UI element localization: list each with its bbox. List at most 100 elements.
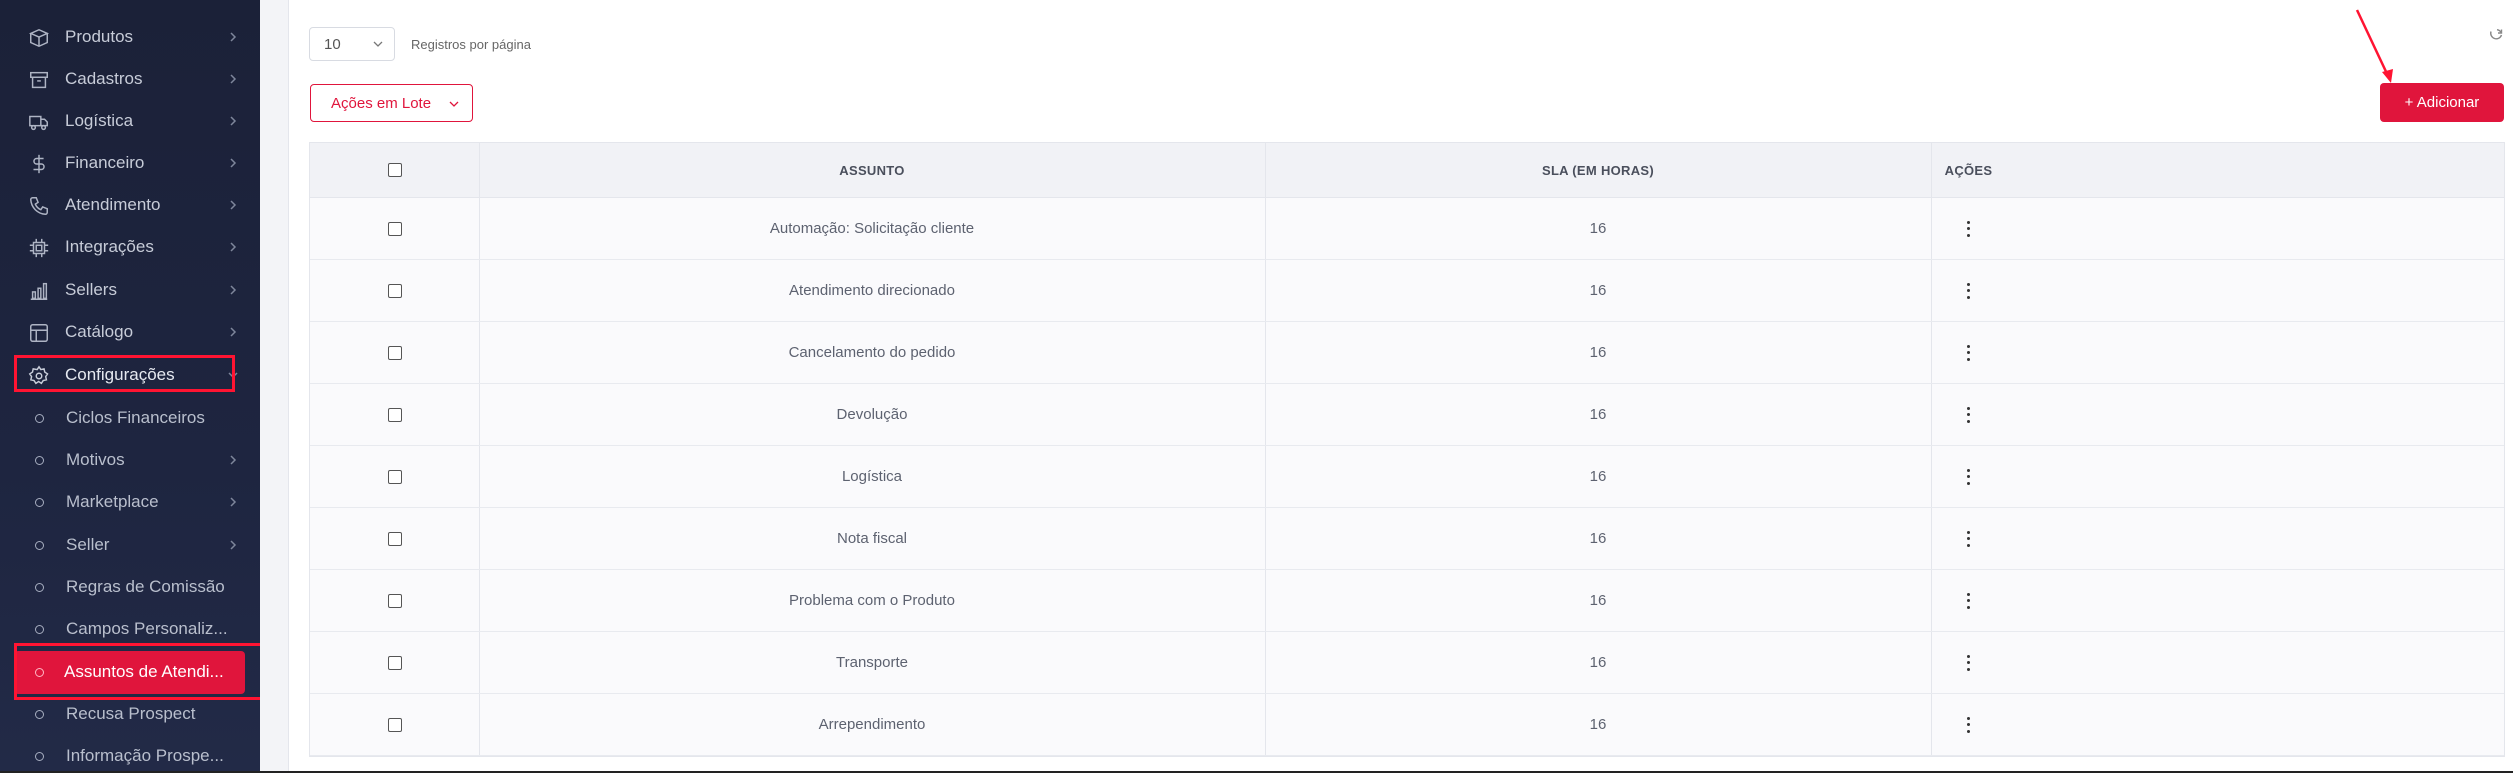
layout-icon bbox=[28, 322, 50, 344]
row-checkbox[interactable] bbox=[387, 283, 402, 298]
row-subject: Arrependimento bbox=[479, 694, 1266, 755]
per-page-label: Registros por página bbox=[411, 37, 531, 52]
dollar-icon bbox=[28, 153, 50, 175]
row-sla: 16 bbox=[1265, 198, 1932, 259]
sidebar-item-label: Produtos bbox=[65, 27, 134, 46]
kebab-menu-icon[interactable] bbox=[1966, 530, 1971, 547]
table-row: Problema com o Produto 16 bbox=[310, 570, 2504, 632]
sidebar-subitem-motivos[interactable]: Motivos bbox=[0, 439, 260, 481]
header-actions: AÇÕES bbox=[1944, 162, 1993, 178]
row-checkbox[interactable] bbox=[387, 655, 402, 670]
sidebar-item-label: Logística bbox=[65, 111, 134, 130]
bulk-actions-dropdown[interactable]: Ações em Lote bbox=[310, 84, 473, 122]
highlight-box bbox=[14, 355, 235, 392]
row-subject: Logística bbox=[479, 446, 1266, 507]
kebab-menu-icon[interactable] bbox=[1966, 406, 1971, 423]
sidebar-item-atendimento[interactable]: Atendimento bbox=[0, 184, 260, 226]
table-row: Automação: Solicitação cliente 16 bbox=[310, 198, 2504, 260]
row-subject: Transporte bbox=[479, 632, 1266, 693]
row-actions-cell bbox=[1931, 260, 2006, 321]
header-sla[interactable]: SLA (EM HORAS) bbox=[1265, 143, 1932, 197]
bullet-icon bbox=[35, 583, 44, 592]
row-actions-cell bbox=[1931, 322, 2006, 383]
row-checkbox[interactable] bbox=[387, 469, 402, 484]
row-checkbox[interactable] bbox=[387, 345, 402, 360]
row-checkbox-cell bbox=[310, 570, 480, 631]
row-checkbox-cell bbox=[310, 260, 480, 321]
bullet-icon bbox=[35, 498, 44, 507]
kebab-menu-icon[interactable] bbox=[1966, 716, 1971, 733]
per-page-value: 10 bbox=[324, 36, 341, 53]
row-actions-cell bbox=[1931, 198, 2006, 259]
sidebar-subitem-ciclos-financeiros[interactable]: Ciclos Financeiros bbox=[0, 397, 260, 439]
refresh-icon[interactable] bbox=[2487, 26, 2505, 44]
subjects-table: ASSUNTO SLA (EM HORAS) AÇÕES Automação: … bbox=[309, 142, 2505, 757]
row-checkbox-cell bbox=[310, 384, 480, 445]
row-subject: Automação: Solicitação cliente bbox=[479, 198, 1266, 259]
chevron-right-icon bbox=[227, 239, 239, 255]
row-sla: 16 bbox=[1265, 260, 1932, 321]
sidebar-subitem-label: Seller bbox=[66, 535, 110, 554]
sidebar-subitem-informacao-prospect[interactable]: Informação Prospe... bbox=[0, 735, 260, 773]
sidebar-item-financeiro[interactable]: Financeiro bbox=[0, 142, 260, 184]
bar-chart-icon bbox=[28, 280, 50, 302]
row-checkbox[interactable] bbox=[387, 221, 402, 236]
sidebar-subitem-label: Marketplace bbox=[66, 492, 159, 511]
row-actions-cell bbox=[1931, 694, 2006, 755]
row-actions-cell bbox=[1931, 570, 2006, 631]
sidebar-subitem-recusa-prospect[interactable]: Recusa Prospect bbox=[0, 693, 260, 735]
table-row: Atendimento direcionado 16 bbox=[310, 260, 2504, 322]
kebab-menu-icon[interactable] bbox=[1966, 592, 1971, 609]
bullet-icon bbox=[35, 710, 44, 719]
row-checkbox[interactable] bbox=[387, 717, 402, 732]
bullet-icon bbox=[35, 456, 44, 465]
sidebar-item-sellers[interactable]: Sellers bbox=[0, 269, 260, 311]
sidebar-item-produtos[interactable]: Produtos bbox=[0, 16, 260, 58]
row-subject: Atendimento direcionado bbox=[479, 260, 1266, 321]
chevron-down-icon bbox=[372, 37, 384, 49]
chip-icon bbox=[28, 237, 50, 259]
row-checkbox-cell bbox=[310, 694, 480, 755]
red-arrow-annotation bbox=[2355, 9, 2393, 83]
per-page-select[interactable]: 10 bbox=[309, 27, 395, 61]
chevron-right-icon bbox=[227, 494, 239, 510]
row-checkbox-cell bbox=[310, 508, 480, 569]
row-sla: 16 bbox=[1265, 694, 1932, 755]
header-subject[interactable]: ASSUNTO bbox=[479, 143, 1266, 197]
bullet-icon bbox=[35, 752, 44, 761]
sidebar-subitem-regras-comissao[interactable]: Regras de Comissão bbox=[0, 566, 260, 608]
row-sla: 16 bbox=[1265, 446, 1932, 507]
sidebar-subitem-marketplace[interactable]: Marketplace bbox=[0, 481, 260, 523]
row-checkbox-cell bbox=[310, 198, 480, 259]
add-button[interactable]: + Adicionar bbox=[2380, 83, 2504, 122]
sidebar-subitem-label: Motivos bbox=[66, 450, 125, 469]
row-subject: Devolução bbox=[479, 384, 1266, 445]
chevron-right-icon bbox=[227, 537, 239, 553]
sidebar-item-integracoes[interactable]: Integrações bbox=[0, 226, 260, 268]
phone-icon bbox=[28, 195, 50, 217]
sidebar-subitem-label: Campos Personaliz... bbox=[66, 619, 228, 638]
sidebar-subitem-seller[interactable]: Seller bbox=[0, 524, 260, 566]
kebab-menu-icon[interactable] bbox=[1966, 654, 1971, 671]
row-checkbox[interactable] bbox=[387, 531, 402, 546]
select-all-checkbox[interactable] bbox=[387, 163, 402, 177]
sidebar-item-cadastros[interactable]: Cadastros bbox=[0, 58, 260, 100]
sidebar-item-catalogo[interactable]: Catálogo bbox=[0, 311, 260, 353]
chevron-right-icon bbox=[227, 282, 239, 298]
kebab-menu-icon[interactable] bbox=[1966, 220, 1971, 237]
sidebar-item-label: Sellers bbox=[65, 280, 117, 299]
row-checkbox[interactable] bbox=[387, 593, 402, 608]
table-header: ASSUNTO SLA (EM HORAS) AÇÕES bbox=[310, 143, 2504, 198]
main-content: 10 Registros por página Ações em Lote + … bbox=[288, 0, 2513, 773]
box-icon bbox=[28, 27, 50, 49]
row-checkbox[interactable] bbox=[387, 407, 402, 422]
kebab-menu-icon[interactable] bbox=[1966, 282, 1971, 299]
kebab-menu-icon[interactable] bbox=[1966, 344, 1971, 361]
sidebar-subitem-label: Ciclos Financeiros bbox=[66, 408, 205, 427]
sidebar-item-label: Atendimento bbox=[65, 195, 161, 214]
kebab-menu-icon[interactable] bbox=[1966, 468, 1971, 485]
table-row: Arrependimento 16 bbox=[310, 694, 2504, 756]
sidebar-item-logistica[interactable]: Logística bbox=[0, 100, 260, 142]
table-row: Logística 16 bbox=[310, 446, 2504, 508]
sidebar-subitem-label: Regras de Comissão bbox=[66, 577, 225, 596]
